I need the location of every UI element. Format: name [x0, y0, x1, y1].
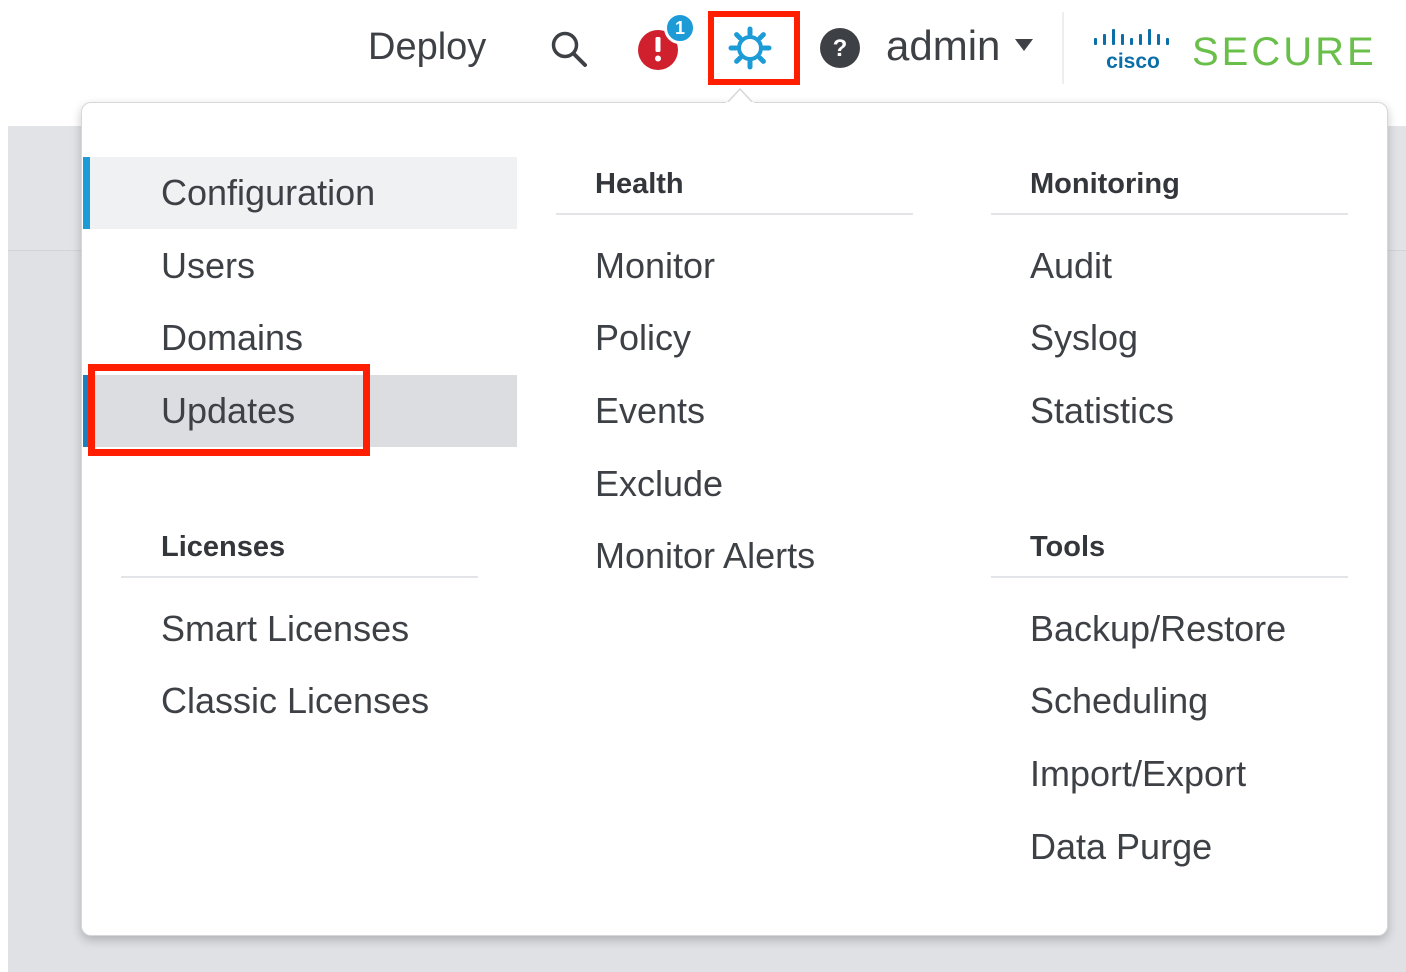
product-name: SECURE — [1192, 30, 1377, 74]
settings-highlight-box — [708, 11, 800, 85]
menu-item-policy[interactable]: Policy — [595, 317, 691, 359]
menu-item-classic-licenses[interactable]: Classic Licenses — [161, 680, 429, 722]
section-heading-health: Health — [595, 168, 684, 200]
section-heading-monitoring: Monitoring — [1030, 168, 1180, 200]
search-icon[interactable] — [548, 28, 590, 70]
cisco-logo-text: cisco — [1106, 50, 1160, 72]
section-heading-licenses: Licenses — [161, 531, 286, 563]
menu-item-smart-licenses[interactable]: Smart Licenses — [161, 608, 409, 650]
alert-count-badge: 1 — [664, 12, 696, 44]
menu-item-users[interactable]: Users — [161, 245, 255, 287]
menu-item-monitor[interactable]: Monitor — [595, 245, 715, 287]
menu-item-audit[interactable]: Audit — [1030, 245, 1112, 287]
menu-item-monitor-alerts[interactable]: Monitor Alerts — [595, 535, 815, 577]
menu-item-configuration[interactable]: Configuration — [161, 172, 375, 214]
menu-item-events[interactable]: Events — [595, 390, 705, 432]
section-heading-tools: Tools — [1030, 531, 1106, 563]
caret-down-icon[interactable] — [1014, 38, 1034, 52]
menu-item-scheduling[interactable]: Scheduling — [1030, 680, 1208, 722]
deploy-button[interactable]: Deploy — [368, 26, 486, 69]
section-divider — [556, 213, 913, 215]
menu-item-exclude[interactable]: Exclude — [595, 463, 723, 505]
menu-item-import-export[interactable]: Import/Export — [1030, 753, 1246, 795]
dropdown-pointer — [726, 88, 754, 104]
menu-item-data-purge[interactable]: Data Purge — [1030, 826, 1212, 868]
menu-item-statistics[interactable]: Statistics — [1030, 390, 1174, 432]
top-header: Deploy 1 ? admin cisco SECURE — [0, 0, 1406, 100]
cisco-logo: cisco — [1094, 29, 1169, 72]
menu-item-backup-restore[interactable]: Backup/Restore — [1030, 608, 1286, 650]
menu-item-syslog[interactable]: Syslog — [1030, 317, 1138, 359]
header-divider — [1062, 12, 1064, 84]
menu-item-domains[interactable]: Domains — [161, 317, 303, 359]
section-divider — [991, 576, 1348, 578]
svg-text:?: ? — [833, 35, 848, 62]
updates-highlight-box — [88, 364, 370, 456]
user-menu-button[interactable]: admin — [886, 22, 1000, 70]
help-icon[interactable]: ? — [818, 26, 862, 70]
section-divider — [991, 213, 1348, 215]
section-divider — [121, 576, 478, 578]
